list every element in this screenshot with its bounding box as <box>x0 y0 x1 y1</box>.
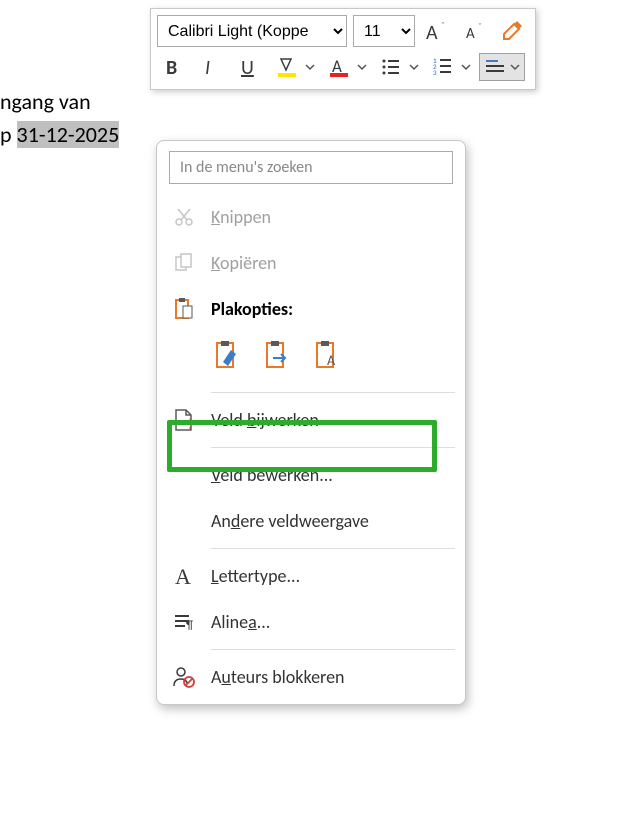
menu-label: Knippen <box>211 206 271 228</box>
menu-paste-options-header: Plakopties: <box>157 286 465 332</box>
font-color-button[interactable]: A <box>323 51 355 83</box>
styles-button[interactable] <box>479 53 525 81</box>
menu-label: Kopiëren <box>211 252 277 274</box>
svg-text:ˆ: ˆ <box>441 19 445 32</box>
svg-text:A: A <box>327 352 336 369</box>
font-name-select[interactable]: Calibri Light (Koppe <box>157 15 347 47</box>
menu-label: Auteurs blokkeren <box>211 666 345 688</box>
bold-button[interactable]: B <box>157 51 189 83</box>
menu-label: Lettertype... <box>211 565 300 587</box>
copy-icon <box>171 250 197 276</box>
svg-text:A: A <box>426 21 438 44</box>
person-blocked-icon <box>171 664 197 690</box>
paste-options-row: A <box>157 332 465 388</box>
context-menu: In de menu's zoeken Knippen Kopiëren <box>156 140 466 705</box>
paste-merge-formatting-button[interactable] <box>261 338 297 374</box>
menu-label: Veld bewerken... <box>211 464 333 486</box>
numbering-dropdown[interactable] <box>459 62 473 72</box>
menu-item-block-authors[interactable]: Auteurs blokkeren <box>157 654 465 700</box>
svg-text:3: 3 <box>433 68 437 77</box>
letter-a-icon: A <box>171 563 197 589</box>
mini-toolbar: Calibri Light (Koppe 11 A ˆ A ˇ B <box>150 8 536 90</box>
svg-text:¶: ¶ <box>186 619 193 633</box>
blank-icon <box>171 508 197 534</box>
menu-separator <box>211 447 455 448</box>
bullets-button[interactable] <box>375 51 407 83</box>
format-painter-button[interactable] <box>497 15 529 47</box>
blank-icon <box>171 462 197 488</box>
menu-item-copy: Kopiëren <box>157 240 465 286</box>
scissors-icon <box>171 204 197 230</box>
paste-text-only-button[interactable]: A <box>311 338 347 374</box>
doc-line2-highlight-after: 025 <box>86 121 119 148</box>
doc-line2-highlight-before: 31-12-2 <box>17 121 86 148</box>
svg-text:A: A <box>466 25 475 43</box>
menu-item-toggle-field-codes[interactable]: Andere veldweergave <box>157 498 465 544</box>
menu-search-input[interactable]: In de menu's zoeken <box>169 151 453 184</box>
svg-text:U: U <box>241 56 254 79</box>
menu-item-paragraph[interactable]: ¶ Alinea... <box>157 599 465 645</box>
menu-item-cut: Knippen <box>157 194 465 240</box>
menu-item-update-field[interactable]: ! Veld bijwerken <box>157 397 465 443</box>
svg-text:B: B <box>166 56 177 79</box>
highlight-color-button[interactable] <box>271 51 303 83</box>
font-size-select[interactable]: 11 <box>353 15 415 47</box>
clipboard-icon <box>171 296 197 322</box>
chevron-down-icon <box>510 62 520 72</box>
bullets-dropdown[interactable] <box>407 62 421 72</box>
menu-label: Alinea... <box>211 611 270 633</box>
doc-line2-prefix: p <box>0 121 17 148</box>
menu-item-edit-field[interactable]: Veld bewerken... <box>157 452 465 498</box>
font-color-dropdown[interactable] <box>355 62 369 72</box>
svg-text:I: I <box>205 56 210 79</box>
page-exclaim-icon: ! <box>171 407 197 433</box>
underline-button[interactable]: U <box>233 51 265 83</box>
paste-keep-formatting-button[interactable] <box>211 338 247 374</box>
doc-line1: ngang van <box>0 88 91 115</box>
svg-text:!: ! <box>188 416 193 432</box>
italic-button[interactable]: I <box>195 51 227 83</box>
menu-separator <box>211 649 455 650</box>
numbering-button[interactable]: 1 2 3 <box>427 51 459 83</box>
menu-separator <box>211 548 455 549</box>
document-text: ngang van p 31-12-2025 <box>0 85 119 151</box>
svg-text:ˇ: ˇ <box>478 20 482 33</box>
menu-label: Veld bijwerken <box>211 409 319 431</box>
svg-text:A: A <box>175 564 191 588</box>
paragraph-icon: ¶ <box>171 609 197 635</box>
menu-separator <box>211 392 455 393</box>
increase-font-button[interactable]: A ˆ <box>421 15 453 47</box>
menu-label: Plakopties: <box>211 298 293 320</box>
decrease-font-button[interactable]: A ˇ <box>459 15 491 47</box>
menu-item-font[interactable]: A Lettertype... <box>157 553 465 599</box>
menu-label: Andere veldweergave <box>211 510 369 532</box>
highlight-color-dropdown[interactable] <box>303 62 317 72</box>
